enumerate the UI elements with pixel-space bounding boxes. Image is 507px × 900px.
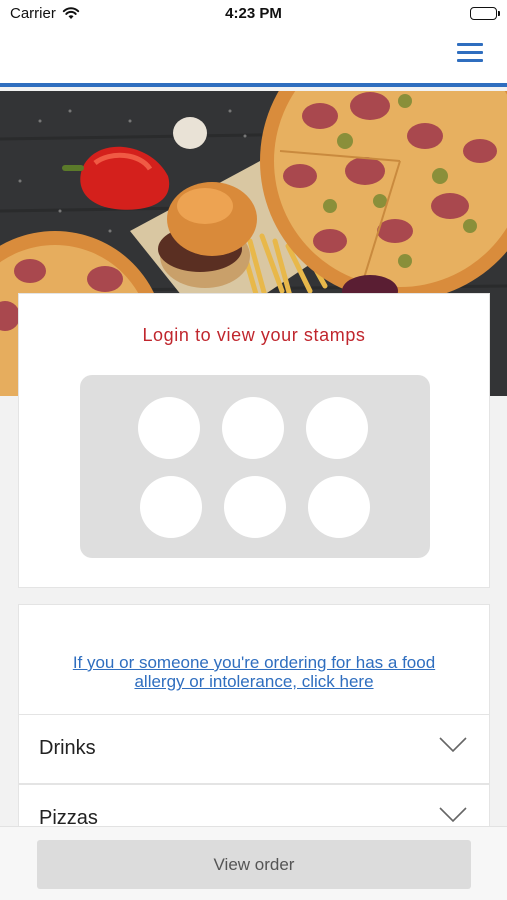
chevron-down-icon — [439, 807, 467, 823]
view-order-button[interactable]: View order — [37, 840, 471, 889]
clock-time: 4:23 PM — [225, 5, 282, 22]
category-drinks[interactable]: Drinks — [18, 714, 490, 784]
stamp-card: Login to view your stamps — [18, 293, 490, 588]
allergy-info-card: If you or someone you're ordering for ha… — [18, 604, 490, 714]
stamp-slot — [140, 476, 202, 538]
stamp-slot — [308, 476, 370, 538]
stamp-login-prompt[interactable]: Login to view your stamps — [19, 325, 489, 346]
stamp-slot — [224, 476, 286, 538]
allergy-link-line1[interactable]: If you or someone you're ordering for ha… — [73, 653, 435, 672]
stamp-slot — [138, 397, 200, 459]
chevron-down-icon — [439, 737, 467, 753]
top-nav-bar — [0, 30, 507, 87]
stamp-slot — [222, 397, 284, 459]
bottom-bar: View order — [0, 826, 507, 900]
stamp-grid — [80, 375, 430, 558]
allergy-info-link[interactable]: If you or someone you're ordering for ha… — [39, 653, 469, 691]
category-label: Drinks — [39, 737, 96, 759]
status-bar: Carrier 4:23 PM — [0, 0, 507, 30]
battery-icon — [470, 7, 500, 20]
stamp-slot — [306, 397, 368, 459]
allergy-link-line2[interactable]: allergy or intolerance, click here — [134, 672, 373, 691]
hamburger-menu-icon[interactable] — [457, 40, 483, 64]
